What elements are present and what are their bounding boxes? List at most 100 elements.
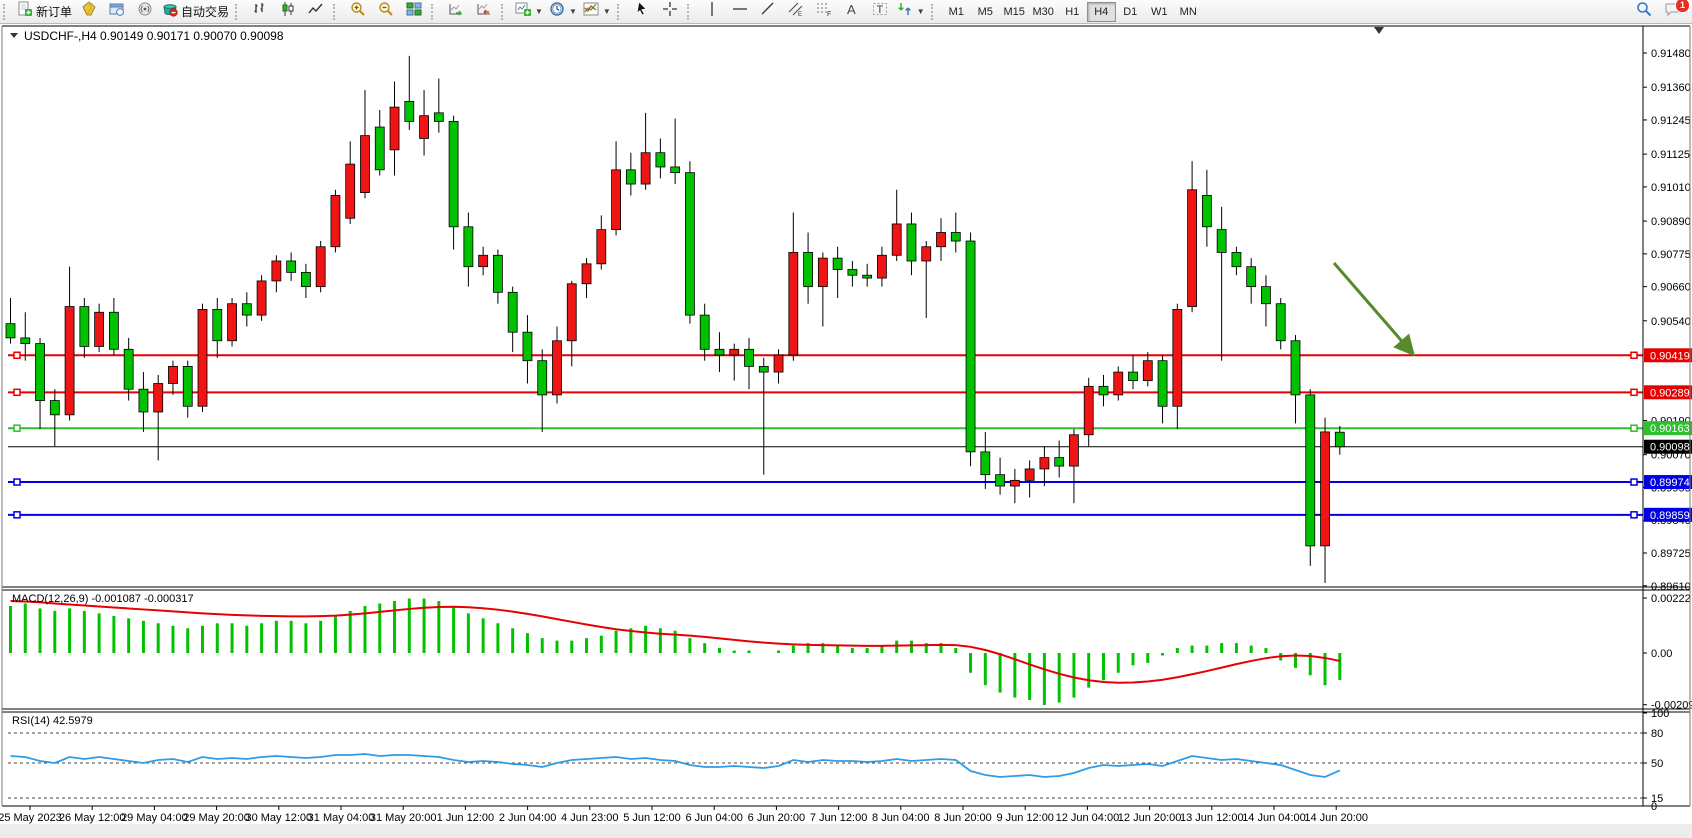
fibonacci-button[interactable]: F (810, 1, 838, 23)
toolbar-grip (333, 4, 340, 20)
zoom-out-button[interactable] (372, 1, 400, 23)
svg-text:0.90163: 0.90163 (1650, 423, 1690, 435)
candlestick-chart-button[interactable] (274, 1, 302, 23)
chart-shift-button[interactable] (470, 1, 498, 23)
svg-text:5 Jun 12:00: 5 Jun 12:00 (623, 812, 681, 824)
notifications-button[interactable]: 1 (1658, 1, 1686, 23)
svg-text:0.90289: 0.90289 (1650, 387, 1690, 399)
timeframe-button-w1[interactable]: W1 (1145, 2, 1174, 22)
zoom-in-button[interactable] (344, 1, 372, 23)
crosshair-button[interactable] (656, 1, 684, 23)
zoom-in-icon (350, 1, 366, 22)
svg-text:12 Jun 20:00: 12 Jun 20:00 (1118, 812, 1182, 824)
timeframe-button-m30[interactable]: M30 (1029, 2, 1058, 22)
svg-text:USDCHF-,H4 0.90149 0.90171 0.: USDCHF-,H4 0.90149 0.90171 0.90070 0.900… (24, 29, 284, 43)
toolbar-grip (431, 4, 438, 20)
svg-text:14 Jun 04:00: 14 Jun 04:00 (1242, 812, 1306, 824)
new-chart-button[interactable]: ▼ (512, 1, 546, 23)
bar-chart-button[interactable] (246, 1, 274, 23)
terminal-button[interactable] (103, 1, 131, 23)
horizontal-line-button[interactable] (726, 1, 754, 23)
text-label-button[interactable]: T (866, 1, 894, 23)
metaeditor-button[interactable] (75, 1, 103, 23)
svg-text:A: A (847, 2, 856, 17)
svg-text:4 Jun 23:00: 4 Jun 23:00 (561, 812, 619, 824)
price-tag-0.89974: 0.89974 (1644, 475, 1692, 489)
timeframe-button-h4[interactable]: H4 (1087, 2, 1116, 22)
line-chart-button[interactable] (302, 1, 330, 23)
svg-text:8 Jun 20:00: 8 Jun 20:00 (934, 812, 992, 824)
svg-text:0.00222: 0.00222 (1651, 593, 1691, 605)
chevron-down-icon[interactable]: ▼ (535, 7, 543, 16)
candlestick-chart-icon (280, 1, 296, 22)
chart-window[interactable]: 0.914800.913600.912450.911250.910100.908… (0, 24, 1692, 824)
svg-text:1 Jun 12:00: 1 Jun 12:00 (437, 812, 495, 824)
price-tag-0.90419: 0.90419 (1644, 348, 1692, 362)
cursor-button[interactable] (628, 1, 656, 23)
new-order-button[interactable]: 新订单 (14, 1, 75, 23)
chevron-down-icon[interactable]: ▼ (569, 7, 577, 16)
svg-text:8 Jun 04:00: 8 Jun 04:00 (872, 812, 930, 824)
svg-text:0.89974: 0.89974 (1650, 477, 1690, 489)
navigator-button[interactable] (131, 1, 159, 23)
svg-text:0.90419: 0.90419 (1650, 350, 1690, 362)
auto-scroll-button[interactable] (442, 1, 470, 23)
timeframe-button-m15[interactable]: M15 (1000, 2, 1029, 22)
svg-text:0.89725: 0.89725 (1651, 548, 1691, 560)
chart-shift-icon (476, 1, 492, 22)
text-icon: A (844, 1, 860, 22)
svg-text:0.89859: 0.89859 (1650, 510, 1690, 522)
rsi-label: RSI(14) 42.5979 (12, 715, 93, 727)
zoom-out-icon (378, 1, 394, 22)
trendline-button[interactable] (754, 1, 782, 23)
tile-windows-icon (406, 1, 422, 22)
svg-text:13 Jun 12:00: 13 Jun 12:00 (1180, 812, 1244, 824)
svg-text:80: 80 (1651, 728, 1663, 740)
timeframe-button-h1[interactable]: H1 (1058, 2, 1087, 22)
timeframe-button-m5[interactable]: M5 (971, 2, 1000, 22)
arrows-icon (897, 1, 913, 22)
crosshair-icon (662, 1, 678, 22)
toolbar-grip (235, 4, 242, 20)
indicators-icon (583, 1, 599, 22)
timeframe-button-d1[interactable]: D1 (1116, 2, 1145, 22)
svg-text:7 Jun 12:00: 7 Jun 12:00 (810, 812, 868, 824)
channel-icon: E (788, 1, 804, 22)
auto-trading-button[interactable]: 自动交易 (159, 1, 232, 23)
svg-text:25 May 2023: 25 May 2023 (0, 812, 62, 824)
equidistant-channel-button[interactable]: E (782, 1, 810, 23)
main-toolbar: 新订单 自动交易 ▼ ▼ ▼ E F A T ▼ M1M5M15M30H1H4D1W1MN 1 (0, 0, 1692, 24)
svg-text:0.91360: 0.91360 (1651, 82, 1691, 94)
svg-text:0.91480: 0.91480 (1651, 48, 1691, 60)
chevron-down-icon[interactable]: ▼ (603, 7, 611, 16)
trendline-icon (760, 1, 776, 22)
line-chart-icon (308, 1, 324, 22)
chart-title: USDCHF-,H4 0.90149 0.90171 0.90070 0.900… (10, 29, 284, 43)
tile-windows-button[interactable] (400, 1, 428, 23)
arrows-button[interactable]: ▼ (894, 1, 928, 23)
period-button[interactable]: ▼ (546, 1, 580, 23)
vertical-line-button[interactable] (698, 1, 726, 23)
price-tag-0.90289: 0.90289 (1644, 385, 1692, 399)
price-tag-0.89859: 0.89859 (1644, 508, 1692, 522)
search-button[interactable] (1630, 1, 1658, 23)
price-tag-0.90098: 0.90098 (1644, 440, 1692, 454)
auto-scroll-icon (448, 1, 464, 22)
text-button[interactable]: A (838, 1, 866, 23)
svg-text:T: T (876, 4, 883, 16)
svg-text:6 Jun 04:00: 6 Jun 04:00 (685, 812, 743, 824)
svg-text:0.90540: 0.90540 (1651, 316, 1691, 328)
timeframe-button-mn[interactable]: MN (1174, 2, 1203, 22)
indicators-button[interactable]: ▼ (580, 1, 614, 23)
toolbar-grip (501, 4, 508, 20)
timeframe-button-m1[interactable]: M1 (942, 2, 971, 22)
chevron-down-icon[interactable]: ▼ (917, 7, 925, 16)
svg-text:0.90098: 0.90098 (1650, 442, 1690, 454)
svg-text:F: F (827, 11, 831, 17)
auto-trading-icon (162, 1, 178, 22)
auto-trading-button-label: 自动交易 (181, 3, 229, 20)
svg-text:31 May 20:00: 31 May 20:00 (370, 812, 437, 824)
terminal-icon (109, 1, 125, 22)
hline-icon (732, 1, 748, 22)
chart-canvas[interactable]: 0.914800.913600.912450.911250.910100.908… (0, 24, 1692, 838)
